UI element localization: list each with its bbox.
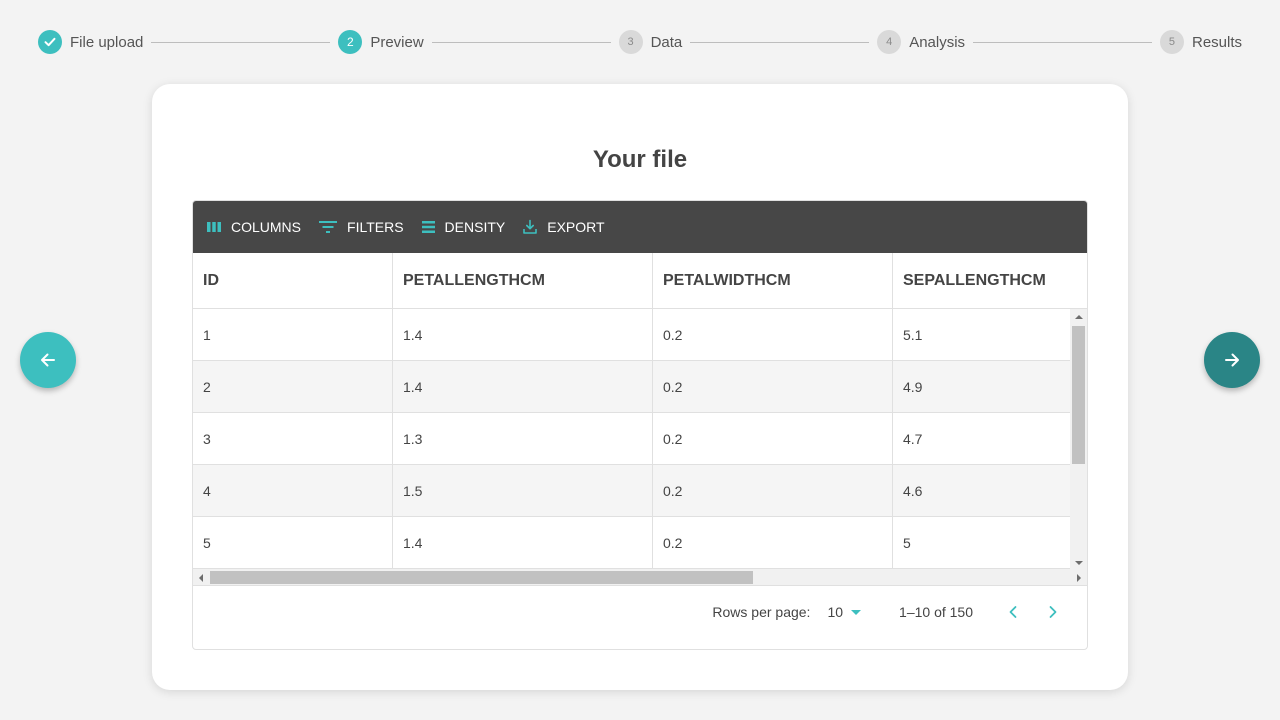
cell-petalwidthcm: 0.2: [653, 309, 893, 361]
cell-petallengthcm: 1.3: [393, 413, 653, 465]
previous-step-button[interactable]: [20, 332, 76, 388]
export-button[interactable]: EXPORT: [522, 219, 605, 235]
density-icon: [421, 221, 435, 233]
grid-footer: Rows per page: 10 1–10 of 150: [193, 586, 1087, 638]
density-button[interactable]: DENSITY: [421, 219, 506, 235]
vertical-scroll-thumb[interactable]: [1072, 326, 1085, 464]
cell-id: 2: [193, 361, 393, 413]
filter-icon: [319, 221, 338, 233]
filters-button[interactable]: FILTERS: [318, 219, 404, 235]
step-number: 5: [1159, 30, 1184, 54]
next-step-button[interactable]: [1204, 332, 1260, 388]
step-connector: [431, 41, 611, 43]
table-row[interactable]: 2 1.4 0.2 4.9: [193, 361, 1087, 413]
export-label: EXPORT: [547, 219, 605, 235]
step-connector: [690, 41, 870, 43]
cell-petalwidthcm: 0.2: [653, 517, 893, 569]
table-row[interactable]: 1 1.4 0.2 5.1: [193, 309, 1087, 361]
step-label: Preview: [370, 33, 424, 51]
cell-petallengthcm: 1.4: [393, 361, 653, 413]
step-number: 4: [877, 30, 902, 54]
caret-down-icon: [851, 609, 862, 615]
cell-id: 3: [193, 413, 393, 465]
grid-body: 1 1.4 0.2 5.1 2 1.4 0.2 4.9 3 1.3 0.2 4.…: [193, 309, 1087, 569]
cell-id: 1: [193, 309, 393, 361]
step-label: Results: [1191, 33, 1243, 51]
step-number: 3: [618, 30, 643, 54]
column-header-petallengthcm[interactable]: PETALLENGTHCM: [393, 253, 653, 309]
scroll-left-arrow-icon[interactable]: [199, 574, 203, 582]
scroll-up-arrow-icon[interactable]: [1075, 315, 1083, 319]
cell-sepallengthcm: 5: [903, 535, 911, 551]
chevron-left-icon: [1009, 606, 1017, 618]
step-number: 2: [338, 30, 363, 54]
chevron-right-icon: [1049, 606, 1057, 618]
table-row[interactable]: 5 1.4 0.2 5: [193, 517, 1087, 569]
pagination-range: 1–10 of 150: [899, 604, 973, 620]
step-label: Analysis: [909, 33, 966, 51]
step-data[interactable]: 3 Data: [618, 30, 683, 54]
cell-petallengthcm: 1.4: [393, 517, 653, 569]
rows-per-page-label: Rows per page:: [712, 604, 811, 620]
horizontal-scrollbar[interactable]: [193, 569, 1087, 586]
step-file-upload[interactable]: File upload: [38, 30, 143, 54]
grid-toolbar: COLUMNS FILTERS DENSITY EXPORT: [193, 201, 1087, 253]
download-icon: [523, 219, 538, 234]
cell-sepallengthcm: 4.6: [903, 483, 923, 499]
cell-petallengthcm: 1.4: [393, 309, 653, 361]
column-header-id[interactable]: ID: [193, 253, 393, 309]
page-title: Your file: [592, 146, 688, 173]
data-grid: COLUMNS FILTERS DENSITY EXPORT ID PETALL…: [192, 200, 1088, 650]
columns-icon: [207, 222, 221, 232]
cell-sepallengthcm: 5.1: [903, 327, 923, 343]
step-results[interactable]: 5 Results: [1159, 30, 1243, 54]
step-connector: [973, 41, 1152, 43]
cell-id: 4: [193, 465, 393, 517]
columns-button[interactable]: COLUMNS: [206, 219, 301, 235]
column-header-petalwidthcm[interactable]: PETALWIDTHCM: [653, 253, 893, 309]
cell-sepallengthcm: 4.9: [903, 379, 923, 395]
rows-per-page-select[interactable]: 10: [827, 604, 862, 620]
cell-id: 5: [193, 517, 393, 569]
stepper: File upload 2 Preview 3 Data 4 Analysis …: [38, 30, 1242, 54]
table-row[interactable]: 4 1.5 0.2 4.6: [193, 465, 1087, 517]
previous-page-button[interactable]: [993, 605, 1033, 619]
next-page-button[interactable]: [1033, 605, 1073, 619]
scroll-right-arrow-icon[interactable]: [1077, 574, 1081, 582]
step-connector: [151, 41, 331, 43]
cell-petallengthcm: 1.5: [393, 465, 653, 517]
column-header-row: ID PETALLENGTHCM PETALWIDTHCM SEPALLENGT…: [193, 253, 1087, 309]
arrow-right-icon: [1225, 353, 1239, 367]
rows-per-page-value: 10: [827, 604, 844, 620]
step-preview[interactable]: 2 Preview: [338, 30, 424, 54]
step-analysis[interactable]: 4 Analysis: [877, 30, 965, 54]
columns-label: COLUMNS: [231, 219, 302, 235]
density-label: DENSITY: [444, 219, 506, 235]
vertical-scrollbar[interactable]: [1070, 309, 1087, 569]
table-row[interactable]: 3 1.3 0.2 4.7: [193, 413, 1087, 465]
step-label: Data: [650, 33, 683, 51]
preview-card: Your file COLUMNS FILTERS DENSITY EXPORT…: [152, 84, 1128, 690]
horizontal-scroll-thumb[interactable]: [210, 571, 753, 584]
step-label: File upload: [70, 33, 144, 51]
arrow-left-icon: [41, 353, 55, 367]
cell-petalwidthcm: 0.2: [653, 465, 893, 517]
cell-petalwidthcm: 0.2: [653, 413, 893, 465]
filters-label: FILTERS: [347, 219, 404, 235]
scroll-down-arrow-icon[interactable]: [1075, 561, 1083, 565]
column-header-sepallengthcm[interactable]: SEPALLENGTHCM: [893, 253, 1071, 309]
cell-sepallengthcm: 4.7: [903, 431, 923, 447]
check-icon: [38, 30, 62, 54]
cell-petalwidthcm: 0.2: [653, 361, 893, 413]
